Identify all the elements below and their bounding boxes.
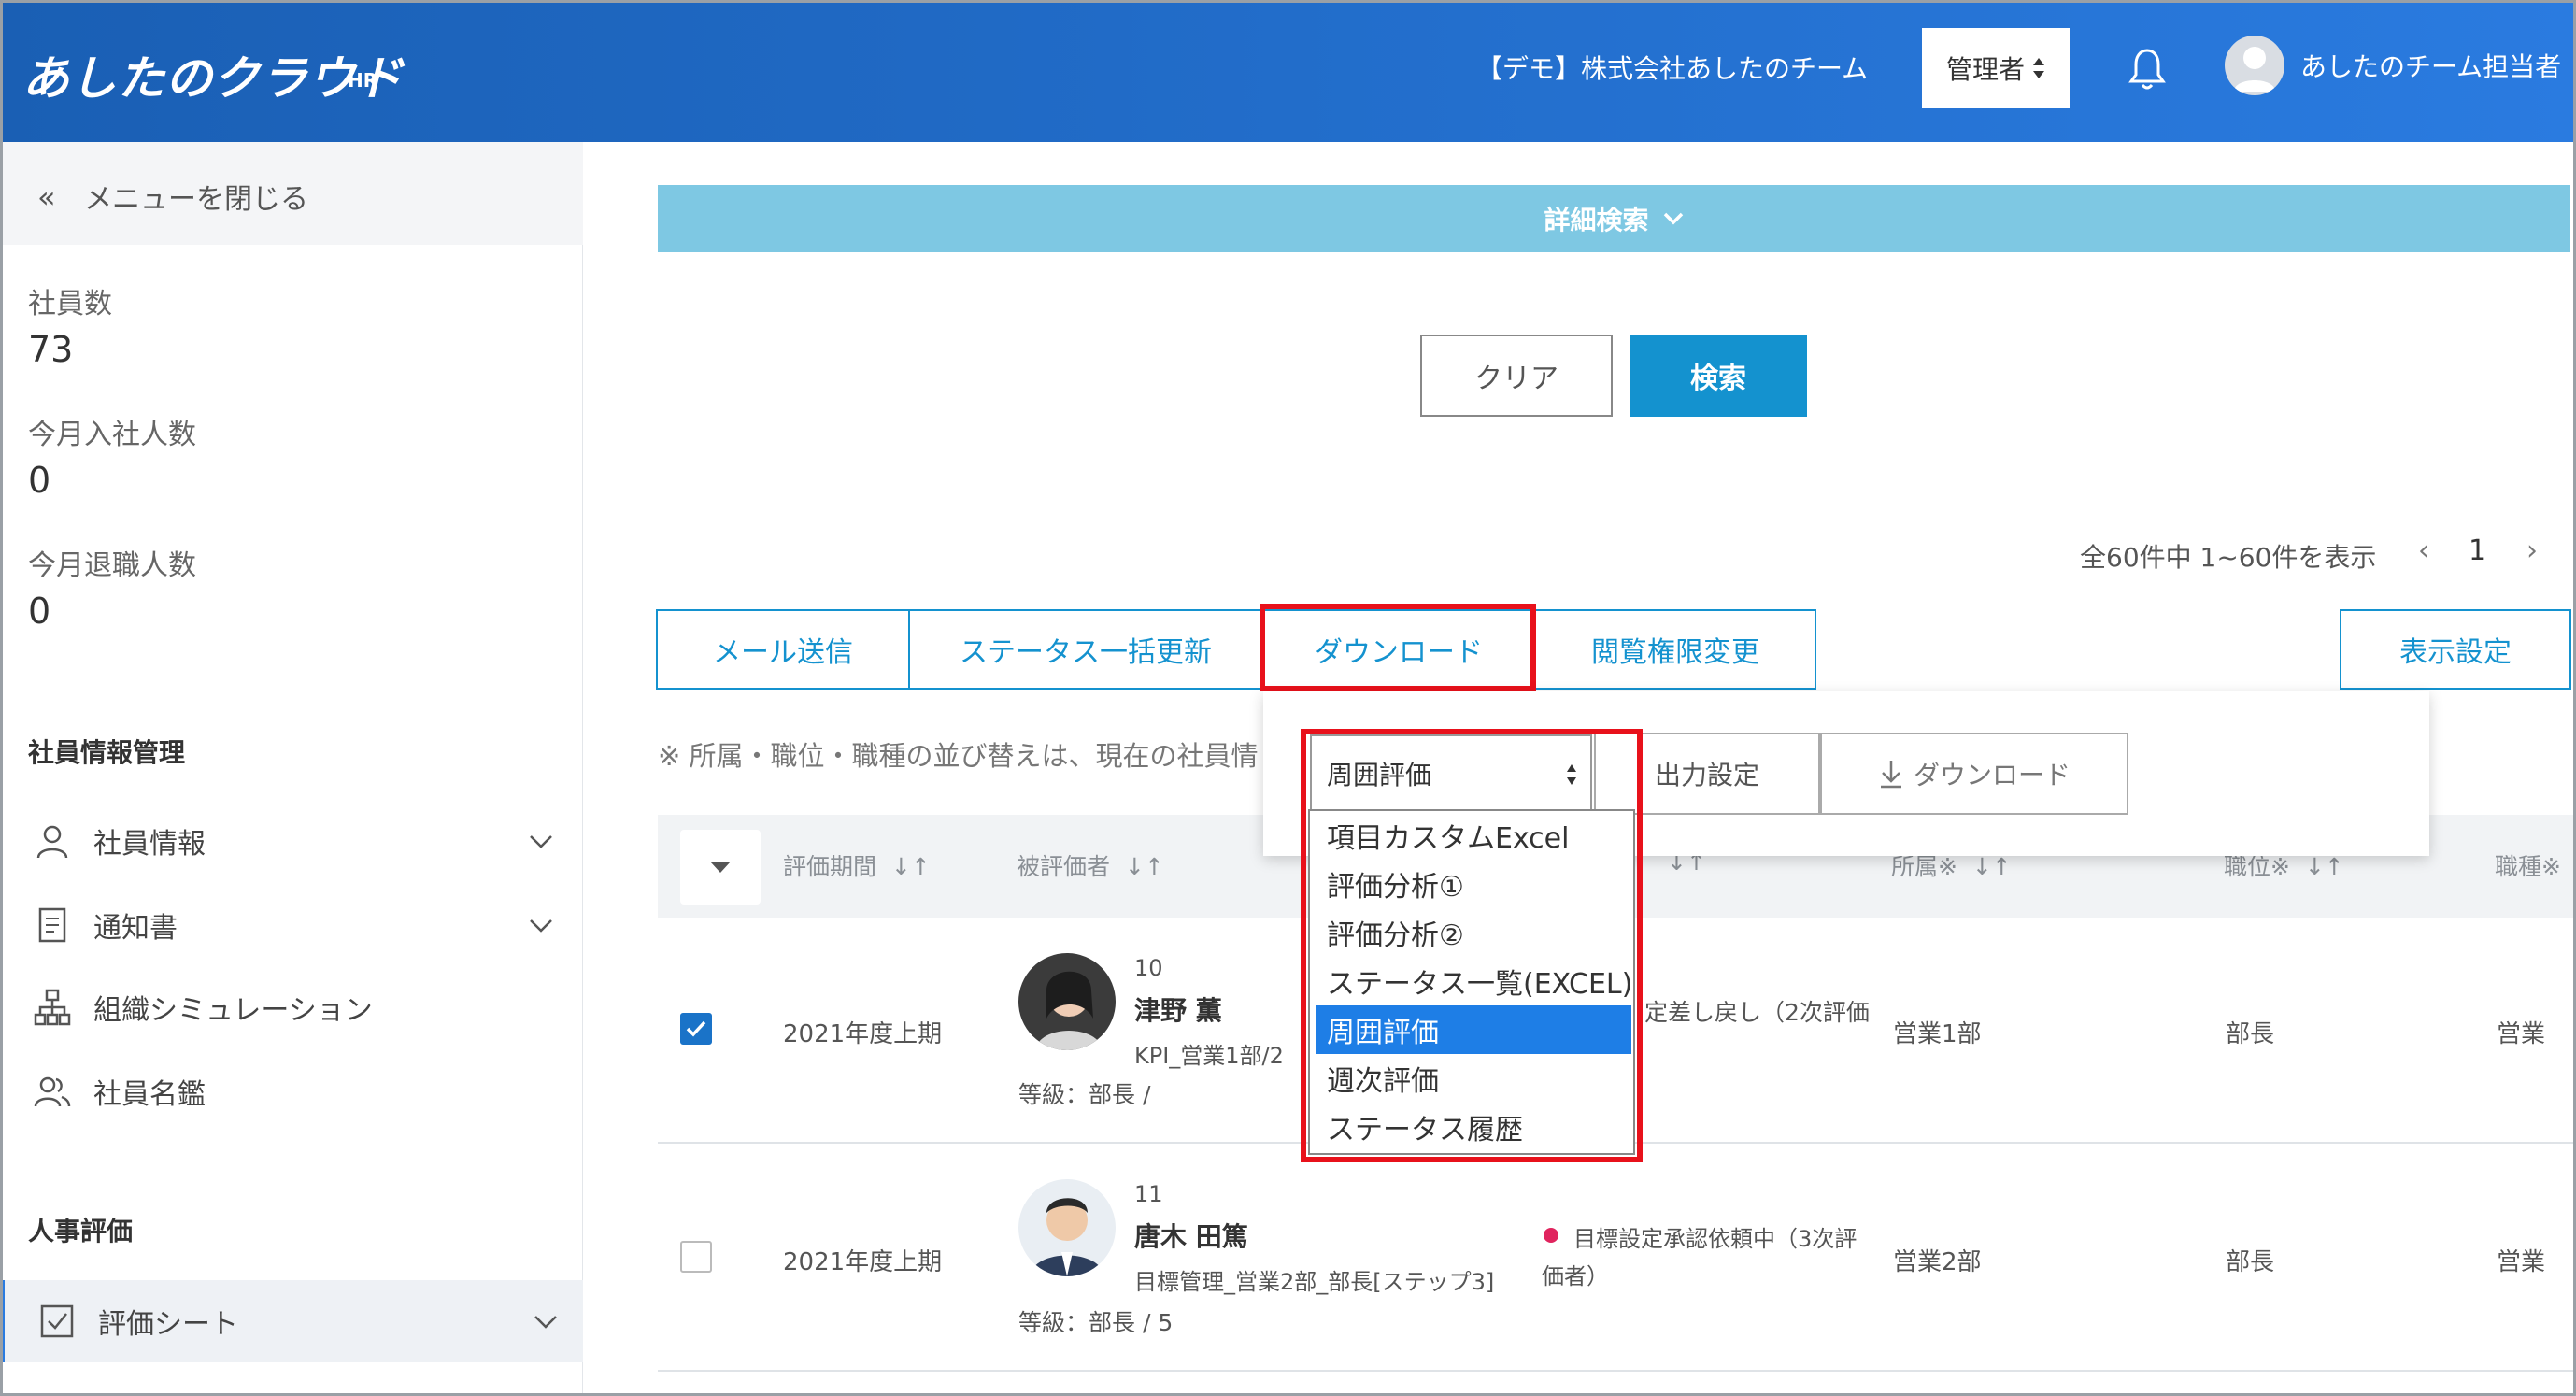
user-name[interactable]: あしたのチーム担当者: [2300, 47, 2561, 84]
app-logo-sub: HR: [348, 69, 378, 92]
column-evaluatee-label: 被評価者: [1017, 853, 1111, 880]
row-position: 部長: [2226, 1248, 2275, 1276]
role-select[interactable]: 管理者: [1922, 28, 2070, 108]
chevron-down-icon: [530, 919, 552, 933]
download-icon: [1880, 761, 1901, 789]
sidebar-item-evaluation-sheet[interactable]: 評価シート: [0, 1280, 583, 1362]
row-divider: [658, 1370, 2576, 1372]
close-menu-label: メニューを閉じる: [84, 183, 308, 216]
mail-send-button[interactable]: メール送信: [656, 609, 910, 690]
row-job: 営業: [2497, 1248, 2546, 1276]
employee-number: 10: [1134, 955, 1163, 981]
stat-employee-count-label: 社員数: [28, 288, 112, 321]
popup-download-button[interactable]: ダウンロード: [1820, 733, 2128, 815]
column-period[interactable]: 評価期間 ↓↑: [783, 848, 931, 882]
row-status: 目標設定承認依頼中（3次評: [1573, 1226, 1857, 1252]
row-dept: 営業1部: [1893, 1020, 1982, 1048]
highlight-download-tab: [1260, 604, 1536, 691]
search-button[interactable]: 検索: [1630, 335, 1807, 417]
check-icon: [686, 1020, 706, 1037]
column-period-label: 評価期間: [783, 853, 877, 880]
sidebar-item-directory[interactable]: 社員名鑑: [0, 1054, 583, 1129]
employee-number: 11: [1134, 1181, 1163, 1207]
row-period: 2021年度上期: [783, 1020, 943, 1048]
app-logo[interactable]: あしたのクラウド: [22, 41, 404, 108]
sidebar-item-notices[interactable]: 通知書: [0, 888, 583, 962]
bulk-status-update-button[interactable]: ステータス一括更新: [908, 609, 1263, 690]
user-icon: [2234, 47, 2275, 92]
stat-joined-label: 今月入社人数: [28, 419, 196, 451]
chevron-down-icon: [1663, 212, 1683, 225]
highlight-download-options: [1301, 729, 1643, 1162]
row-checkbox[interactable]: [680, 1013, 712, 1045]
column-dept-label: 所属※: [1891, 853, 1957, 880]
column-position-label: 職位※: [2224, 853, 2290, 880]
sheet-name[interactable]: 目標管理_営業2部_部長[ステップ3]: [1134, 1263, 1494, 1296]
chevron-down-icon: [534, 1316, 557, 1329]
sort-icon: [2033, 58, 2044, 78]
person-photo-icon: [1018, 953, 1116, 1050]
bell-icon[interactable]: [2128, 47, 2166, 92]
sort-icon: ↓↑: [1971, 853, 2012, 880]
sidebar-item-org-simulation[interactable]: 組織シミュレーション: [0, 970, 583, 1045]
bulk-select-dropdown[interactable]: [680, 830, 761, 905]
sidebar-item-employee-info[interactable]: 社員情報: [0, 804, 583, 878]
people-icon: [34, 1076, 71, 1107]
pagination-summary: 全60件中 1~60件を表示: [2080, 542, 2377, 573]
pagination-page[interactable]: 1: [2469, 534, 2486, 567]
role-label: 管理者: [1945, 54, 2025, 85]
org-chart-icon: [34, 989, 71, 1026]
sort-note: ※ 所属・職位・職種の並び替えは、現在の社員情: [658, 740, 1259, 772]
sort-icon: ↓↑: [1124, 853, 1164, 880]
caret-down-icon: [710, 862, 731, 873]
employee-name[interactable]: 唐木 田篤: [1134, 1217, 1248, 1254]
company-name: 【デモ】株式会社あしたのチーム: [1476, 53, 1869, 84]
sort-icon: ↓↑: [890, 853, 931, 880]
employee-photo: [1018, 1179, 1116, 1276]
sort-icon: ↓↑: [2304, 853, 2344, 880]
section-employee-management: 社員情報管理: [28, 737, 186, 768]
sidebar-item-label: 社員名鑑: [93, 1078, 206, 1111]
sidebar-item-label: 社員情報: [93, 828, 206, 861]
row-position: 部長: [2226, 1020, 2275, 1048]
row-status-continued: 価者）: [1542, 1263, 1609, 1289]
row-job: 営業: [2497, 1020, 2546, 1048]
row-period: 2021年度上期: [783, 1248, 943, 1276]
popup-download-label: ダウンロード: [1913, 760, 2071, 791]
checklist-icon: [40, 1304, 74, 1338]
status-dot: [1544, 1228, 1558, 1243]
avatar[interactable]: [2225, 36, 2284, 95]
sidebar-item-label: 組織シミュレーション: [93, 994, 373, 1027]
sidebar-item-label: 評価シート: [98, 1308, 238, 1341]
stat-left-value: 0: [28, 591, 51, 632]
employee-grade: 等級：部長 / 5: [1018, 1309, 1174, 1336]
row-status: 定差し戻し（2次評価: [1644, 999, 1870, 1026]
stat-employee-count-value: 73: [28, 329, 74, 370]
column-job[interactable]: 職種※: [2495, 848, 2561, 882]
employee-grade: 等級：部長 /: [1018, 1081, 1151, 1108]
section-hr-evaluation: 人事評価: [28, 1216, 134, 1246]
row-checkbox[interactable]: [680, 1241, 712, 1273]
clear-button[interactable]: クリア: [1420, 335, 1613, 417]
display-settings-button[interactable]: 表示設定: [2340, 609, 2571, 690]
document-icon: [38, 907, 66, 943]
employee-name[interactable]: 津野 薫: [1134, 990, 1222, 1028]
person-photo-icon: [1018, 1179, 1116, 1276]
advanced-search-toggle[interactable]: 詳細検索: [658, 185, 2570, 252]
stat-joined-value: 0: [28, 460, 51, 501]
pagination-next[interactable]: ›: [2526, 534, 2538, 567]
row-dept: 営業2部: [1893, 1248, 1982, 1276]
pagination-prev[interactable]: ‹: [2418, 534, 2429, 567]
person-icon: [36, 825, 68, 859]
employee-photo: [1018, 953, 1116, 1050]
stat-left-label: 今月退職人数: [28, 549, 196, 582]
column-evaluatee[interactable]: 被評価者 ↓↑: [1017, 848, 1164, 882]
sheet-name[interactable]: KPI_営業1部/2: [1134, 1037, 1284, 1070]
double-chevron-left-icon: «: [37, 179, 56, 215]
advanced-search-label: 詳細検索: [1544, 205, 1649, 235]
view-permission-button[interactable]: 閲覧権限変更: [1534, 609, 1816, 690]
sidebar-item-label: 通知書: [93, 912, 178, 945]
chevron-down-icon: [530, 835, 552, 848]
